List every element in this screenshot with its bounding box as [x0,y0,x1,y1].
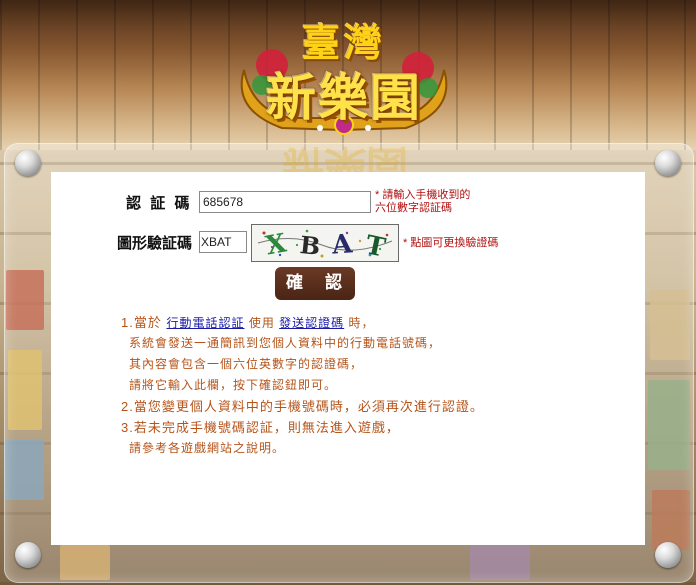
note-line-6: 3.若未完成手機號碼認証，則無法進入遊戲， [121,420,400,435]
verification-panel: 認 証 碼 685678 * 請輸入手機收到的 六位數字認証碼 圖形驗証碼 XB… [51,172,645,545]
screw-top-left [15,150,41,176]
logo-line2: 新樂園 [266,68,422,127]
captcha-char-4: T [363,230,389,261]
captcha-image[interactable]: X B A T [251,224,399,264]
captcha-label: 圖形驗証碼 [117,234,193,252]
mobile-verify-link[interactable]: 行動電話認証 [166,316,244,330]
note-line-2: 系統會發送一通簡訊到您個人資料中的行動電話號碼， [129,336,442,350]
screw-bottom-left [15,542,41,568]
instructions: 1.當於 行動電話認証 使用 發送認證碼 時， 系統會發送一通簡訊到您個人資料中… [121,312,591,459]
confirm-button[interactable]: 確 認 [275,267,355,300]
send-code-link[interactable]: 發送認證碼 [279,316,344,330]
note-line-4: 請將它輸入此欄，按下確認鈕即可。 [129,378,338,392]
captcha-input[interactable]: XBAT [199,231,247,253]
site-logo: 臺灣 新樂園 [222,10,466,138]
captcha-char-2: B [298,230,321,261]
code-label: 認 証 碼 [126,194,192,212]
screw-bottom-right [655,542,681,568]
screw-top-right [655,150,681,176]
note-line-1: 1.當於 行動電話認証 使用 發送認證碼 時， [121,315,375,330]
captcha-char-3: A [330,229,354,260]
code-input[interactable]: 685678 [199,191,371,213]
captcha-hint: * 點圖可更換驗證碼 [403,237,499,249]
note-line-5: 2.當您變更個人資料中的手機號碼時，必須再次進行認證。 [121,399,484,414]
note-line-3: 其內容會包含一個六位英數字的認證碼， [129,357,364,371]
captcha-char-1: X [264,228,290,261]
captcha-graphic: X B A T [257,228,393,264]
note-line-7: 請參考各遊戲網站之說明。 [129,441,286,455]
code-hint: * 請輸入手機收到的 六位數字認証碼 [375,189,471,214]
